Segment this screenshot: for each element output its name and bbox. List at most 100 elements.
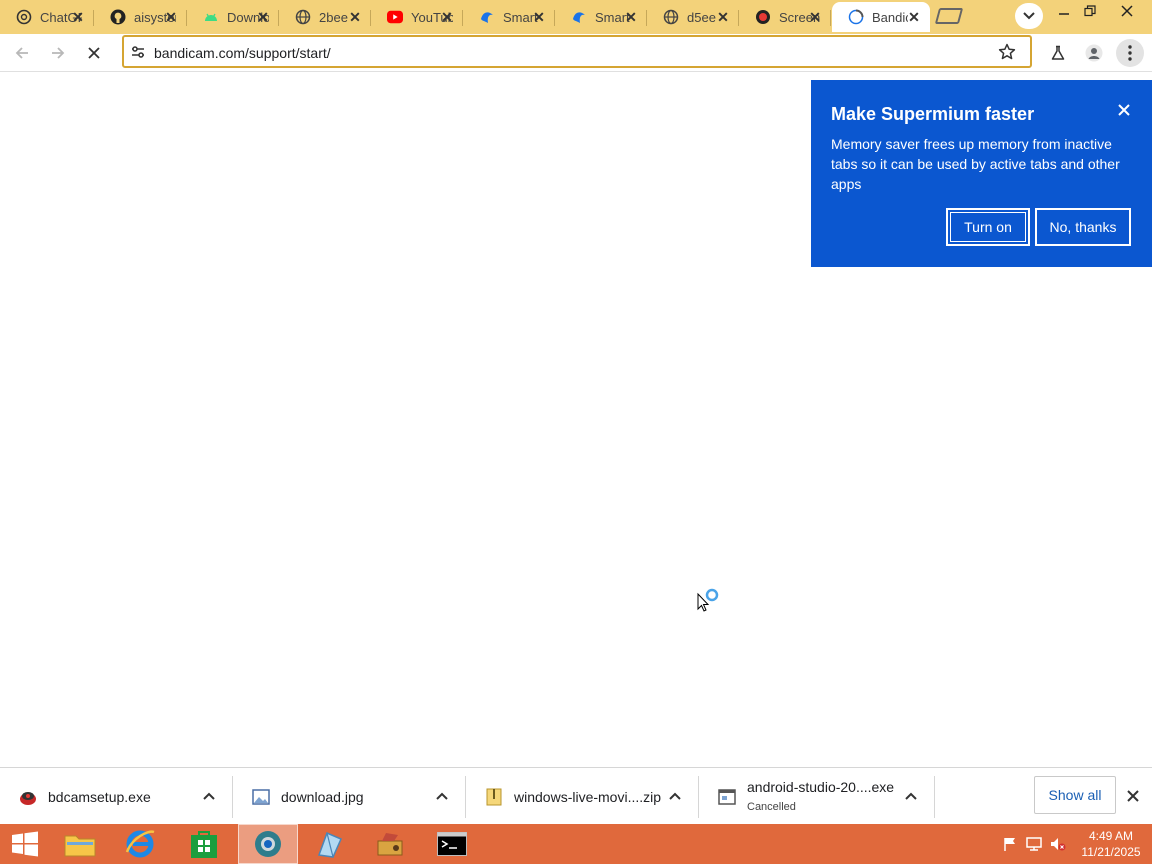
store-icon	[191, 831, 217, 858]
android-icon	[203, 9, 219, 25]
tab-chatgpt[interactable]: ChatGPT ✕	[0, 2, 94, 32]
volume-muted-icon[interactable]	[1050, 836, 1066, 852]
new-tab-button[interactable]	[934, 8, 964, 24]
download-item[interactable]: bdcamsetup.exe	[0, 768, 233, 825]
close-icon[interactable]	[1124, 787, 1142, 805]
globe-icon	[295, 9, 311, 25]
flask-icon	[1051, 45, 1065, 60]
app-icon	[377, 833, 403, 856]
tab-search-button[interactable]	[1015, 3, 1043, 29]
taskbar-app-6-button[interactable]	[360, 824, 420, 864]
clock-time: 4:49 AM	[1088, 829, 1134, 843]
chevron-up-icon[interactable]	[903, 788, 919, 804]
download-shelf: bdcamsetup.exe download.jpg windows-live…	[0, 767, 1152, 824]
stop-loading-button[interactable]	[80, 39, 108, 67]
store-button[interactable]	[174, 824, 234, 864]
exe-file-icon	[717, 787, 737, 807]
tab-close-icon[interactable]: ✕	[906, 9, 922, 25]
tab-2bee[interactable]: 2bee ✕	[279, 2, 371, 32]
tab-close-icon[interactable]: ✕	[715, 9, 731, 25]
profile-button[interactable]	[1080, 39, 1108, 67]
minimize-icon	[1059, 13, 1069, 15]
site-settings-icon[interactable]	[130, 44, 146, 60]
bookmark-star-icon[interactable]	[998, 43, 1016, 61]
folder-icon	[64, 835, 96, 857]
windows-logo-icon	[12, 831, 38, 857]
action-center-flag-icon[interactable]	[1002, 836, 1018, 852]
download-item[interactable]: windows-live-movi....zip	[466, 768, 699, 825]
windows-taskbar: 4:49 AM 11/21/2025	[0, 824, 1152, 864]
tab-close-icon[interactable]: ✕	[255, 9, 271, 25]
chatgpt-icon	[16, 9, 32, 25]
chevron-up-icon[interactable]	[201, 788, 217, 804]
internet-explorer-button[interactable]	[110, 824, 170, 864]
tab-close-icon[interactable]: ✕	[807, 9, 823, 25]
browser-toolbar: bandicam.com/support/start/	[0, 34, 1152, 72]
tab-close-icon[interactable]: ✕	[439, 9, 455, 25]
chevron-up-icon[interactable]	[667, 788, 683, 804]
clock-date: 11/21/2025	[1081, 845, 1141, 859]
url-text[interactable]: bandicam.com/support/start/	[154, 45, 331, 61]
restore-button[interactable]	[1073, 0, 1107, 22]
memory-saver-promo: Make Supermium faster Memory saver frees…	[811, 80, 1152, 267]
restore-icon	[1084, 5, 1096, 17]
download-item[interactable]: download.jpg	[233, 768, 466, 825]
internet-explorer-icon	[125, 830, 155, 858]
command-prompt-icon	[437, 832, 467, 856]
arrow-left-icon	[15, 47, 28, 59]
bandicam-file-icon	[18, 787, 38, 807]
record-icon	[755, 9, 771, 25]
arrow-right-icon	[52, 47, 65, 59]
tab-bandicam[interactable]: Bandicam ✕	[832, 2, 930, 32]
show-all-downloads-button[interactable]: Show all	[1034, 776, 1116, 814]
bird-icon	[571, 9, 587, 25]
app-icon	[317, 831, 342, 858]
chevron-down-icon	[1023, 12, 1035, 20]
supermium-button[interactable]	[238, 824, 298, 864]
tab-screen[interactable]: Screen ✕	[739, 2, 831, 32]
taskbar-app-5-button[interactable]	[299, 824, 359, 864]
tab-title: Bandicam	[872, 9, 908, 25]
file-explorer-button[interactable]	[50, 824, 110, 864]
forward-button[interactable]	[44, 39, 72, 67]
zip-file-icon	[484, 787, 504, 807]
tab-separator	[830, 10, 831, 26]
close-icon	[88, 47, 100, 59]
tab-close-icon[interactable]: ✕	[623, 9, 639, 25]
youtube-icon	[387, 9, 403, 25]
start-button[interactable]	[0, 824, 50, 864]
network-icon[interactable]	[1026, 836, 1042, 852]
close-window-button[interactable]	[1110, 0, 1144, 22]
close-icon[interactable]	[1116, 102, 1132, 118]
system-clock[interactable]: 4:49 AM 11/21/2025	[1076, 828, 1146, 860]
tab-youtube[interactable]: YouTube ✕	[371, 2, 463, 32]
loading-globe-icon	[848, 9, 864, 25]
supermium-icon	[255, 831, 281, 857]
tab-smart-1[interactable]: Smart ✕	[463, 2, 555, 32]
download-item[interactable]: android-studio-20....exe Cancelled	[699, 768, 935, 825]
chevron-up-icon[interactable]	[434, 788, 450, 804]
labs-button[interactable]	[1044, 39, 1072, 67]
tab-android-download[interactable]: Download ✕	[187, 2, 279, 32]
command-prompt-button[interactable]	[422, 824, 482, 864]
menu-button[interactable]	[1116, 39, 1144, 67]
image-file-icon	[251, 787, 271, 807]
turn-on-button[interactable]: Turn on	[946, 208, 1030, 246]
promo-title: Make Supermium faster	[831, 104, 1035, 124]
bird-icon	[479, 9, 495, 25]
tab-d5ee[interactable]: d5ee ✕	[647, 2, 739, 32]
address-bar[interactable]: bandicam.com/support/start/	[122, 35, 1032, 68]
avatar-icon	[1085, 44, 1103, 62]
tab-close-icon[interactable]: ✕	[163, 9, 179, 25]
tab-github[interactable]: aisystems ✕	[94, 2, 187, 32]
busy-cursor-icon	[697, 587, 721, 615]
download-filename: download.jpg	[281, 789, 364, 805]
tab-close-icon[interactable]: ✕	[531, 9, 547, 25]
no-thanks-button[interactable]: No, thanks	[1035, 208, 1131, 246]
tab-close-icon[interactable]: ✕	[347, 9, 363, 25]
tab-close-icon[interactable]: ✕	[70, 9, 86, 25]
back-button[interactable]	[8, 39, 36, 67]
tab-smart-2[interactable]: Smart ✕	[555, 2, 647, 32]
tab-strip: ChatGPT ✕ aisystems ✕ Download ✕ 2bee ✕ …	[0, 0, 1152, 34]
globe-icon	[663, 9, 679, 25]
